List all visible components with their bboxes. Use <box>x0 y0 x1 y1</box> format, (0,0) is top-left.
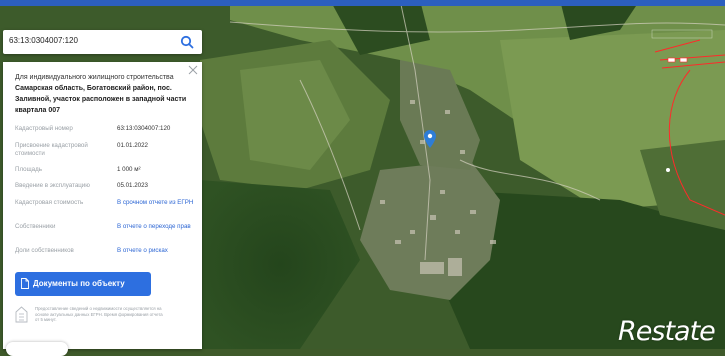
row-label: Кадастровый номер <box>15 125 73 132</box>
map-pin-icon[interactable] <box>424 130 436 148</box>
row-label: Введение в эксплуатацию <box>15 182 90 189</box>
row-label: Кадастровая стоимость <box>15 199 84 206</box>
parcel-purpose: Для индивидуального жилищного строительс… <box>15 74 174 81</box>
parcel-title: Для индивидуального жилищного строительс… <box>15 72 190 116</box>
building-info-icon <box>15 306 28 323</box>
row-value: 01.01.2022 <box>117 142 148 149</box>
parcel-info-panel: Для индивидуального жилищного строительс… <box>3 62 202 349</box>
document-icon <box>21 278 29 289</box>
data-source-note: Предоставление сведений о недвижимости о… <box>35 306 163 323</box>
row-value: 1 000 м² <box>117 166 141 173</box>
restate-watermark: Restate <box>618 316 716 347</box>
search-icon[interactable] <box>180 35 194 49</box>
row-label: Доли собственников <box>15 247 74 254</box>
top-bar <box>0 0 725 6</box>
row-label: Присвоение кадастровой стоимости <box>15 142 88 157</box>
row-label: Площадь <box>15 166 42 173</box>
owners-link[interactable]: В отчете о переходе прав <box>117 223 195 231</box>
map-control[interactable] <box>6 342 68 356</box>
row-value: 05.01.2023 <box>117 182 148 189</box>
cadastral-value-link[interactable]: В срочном отчете из ЕГРН <box>117 199 195 207</box>
owner-shares-link[interactable]: В отчете о рисках <box>117 247 195 255</box>
row-value: 63:13:0304007:120 <box>117 125 171 132</box>
cadastral-search-box[interactable]: 63:13:0304007:120 <box>3 30 202 54</box>
row-label: Собственники <box>15 223 56 230</box>
parcel-address: Самарская область, Богатовский район, по… <box>15 85 187 114</box>
search-input[interactable]: 63:13:0304007:120 <box>9 36 78 45</box>
documents-button-label: Документы по объекту <box>33 279 125 288</box>
documents-button[interactable]: Документы по объекту <box>15 272 151 296</box>
